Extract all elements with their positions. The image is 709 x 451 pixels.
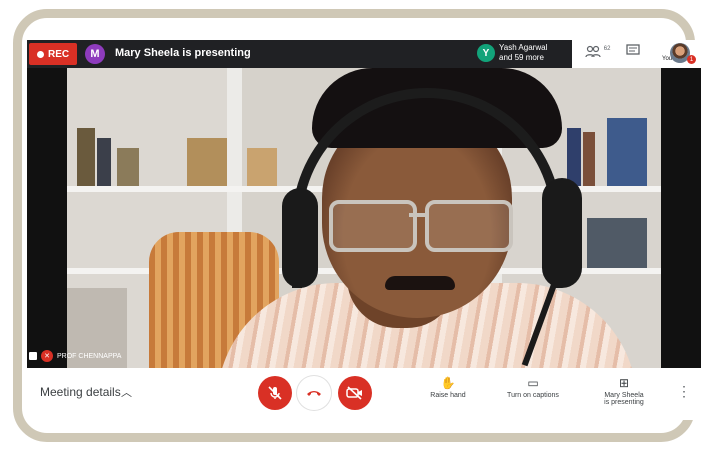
recording-badge: REC: [29, 43, 78, 65]
headset-earcup: [282, 188, 318, 288]
meeting-details-button[interactable]: Meeting details: [40, 385, 121, 399]
chat-button[interactable]: [626, 44, 640, 60]
presenter-avatar: M: [85, 44, 105, 64]
participant-summary[interactable]: Yash Agarwal and 59 more: [499, 43, 547, 63]
participant-avatar: Y: [477, 44, 495, 62]
people-count: 62: [603, 46, 611, 52]
speaker-moustache: [385, 276, 455, 290]
captions-button[interactable]: ▭ Turn on captions: [493, 376, 573, 399]
speaker-name-tag: ✕ PROF CHENNAPPA: [29, 348, 121, 364]
video-feed: ✕ PROF CHENNAPPA: [27, 68, 701, 368]
notification-badge: 1: [687, 55, 696, 64]
camera-off-icon: [346, 386, 362, 400]
raise-hand-label: Raise hand: [430, 392, 466, 399]
captions-icon: ▭: [527, 376, 539, 390]
participant-name: Yash Agarwal: [499, 43, 548, 52]
book: [77, 128, 95, 186]
book: [117, 148, 139, 186]
end-call-button[interactable]: [297, 376, 331, 410]
mic-off-icon: [268, 386, 282, 400]
raise-hand-button[interactable]: ✋ Raise hand: [408, 376, 488, 399]
speaker-name: PROF CHENNAPPA: [57, 352, 122, 360]
book: [97, 138, 111, 186]
presenting-status: Mary Sheela is presenting: [115, 47, 251, 59]
book: [187, 138, 227, 186]
chevron-up-icon[interactable]: ︿: [121, 384, 132, 400]
speaker-video: [67, 68, 661, 368]
book: [567, 128, 581, 186]
headset-earcup: [542, 178, 582, 288]
book: [607, 118, 647, 186]
glasses-bridge: [409, 213, 427, 217]
glasses-lens: [425, 200, 513, 252]
presentation-button[interactable]: ⊞ Mary Sheela is presenting: [584, 376, 664, 406]
hang-up-icon: [307, 391, 321, 396]
chat-icon: [626, 44, 640, 55]
record-dot-icon: [37, 50, 44, 58]
presenting-line1: Mary Sheela: [604, 392, 644, 399]
book: [587, 218, 647, 268]
more-options-icon[interactable]: ⋮: [677, 383, 691, 400]
rec-label: REC: [48, 48, 70, 60]
pin-icon[interactable]: [29, 352, 37, 360]
hand-icon: ✋: [440, 376, 456, 390]
muted-mic-icon: ✕: [41, 350, 53, 362]
microphone-toggle-button[interactable]: [258, 376, 292, 410]
glasses-lens: [329, 200, 417, 252]
participant-more: and 59 more: [499, 53, 544, 62]
people-button[interactable]: 62: [585, 45, 610, 62]
captions-label: Turn on captions: [507, 392, 559, 399]
camera-toggle-button[interactable]: [338, 376, 372, 410]
bottom-toolbar: Meeting details ︿ ✋ Raise hand ▭ Turn on…: [27, 368, 701, 420]
presenting-line2: is presenting: [604, 399, 644, 406]
book: [247, 148, 277, 186]
top-bar: REC M Mary Sheela is presenting Y Yash A…: [27, 40, 701, 68]
present-screen-icon: ⊞: [618, 376, 630, 390]
book: [583, 132, 595, 186]
people-icon: [585, 45, 601, 58]
top-right-controls: 62 You 1: [572, 40, 701, 68]
